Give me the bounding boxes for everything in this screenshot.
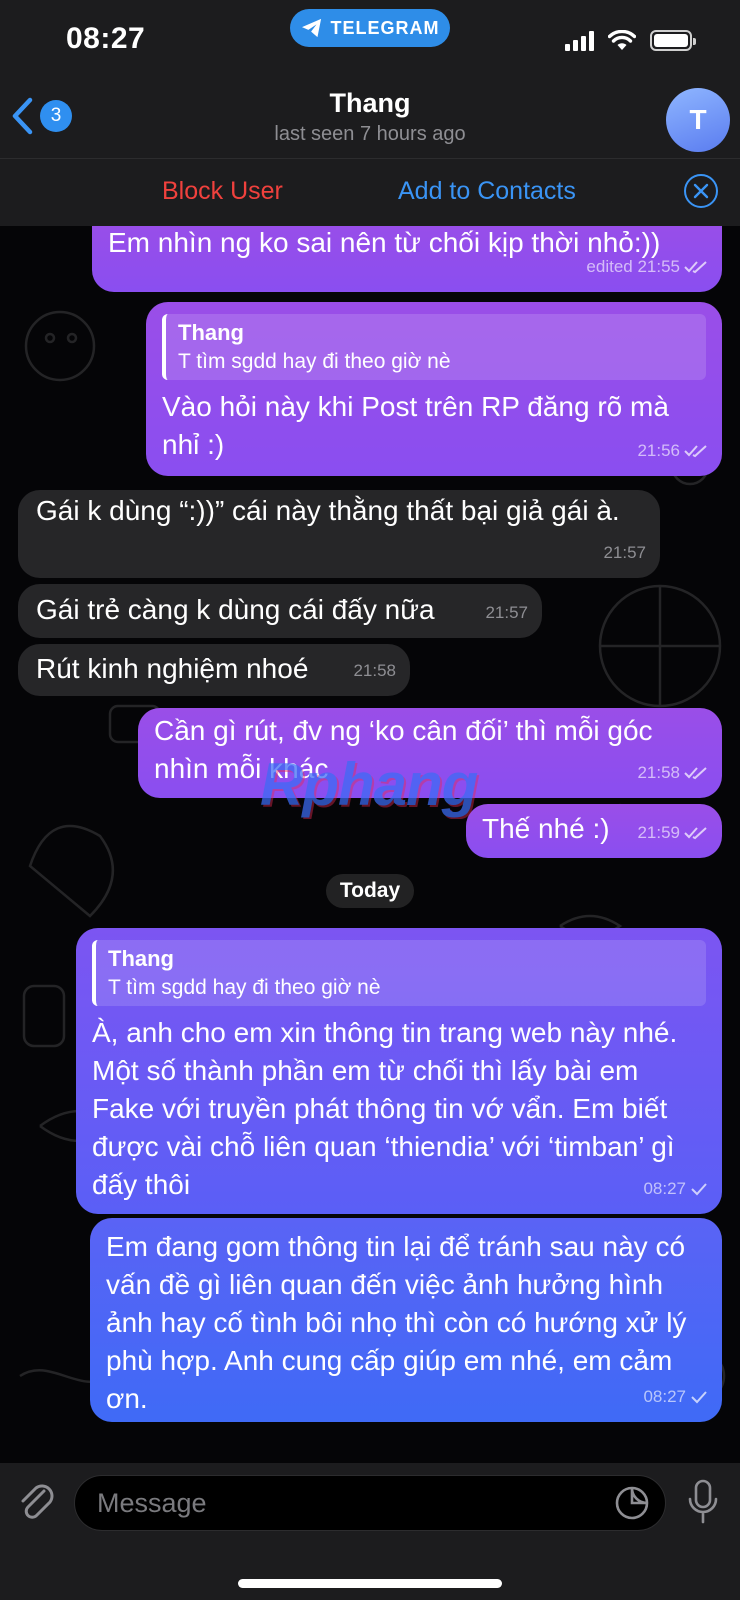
double-check-icon: [684, 827, 707, 840]
message-text: Gái k dùng “:))” cái này thằng thất bại …: [36, 495, 620, 526]
paperclip-icon: [21, 1484, 54, 1519]
message-time: 21:57: [603, 543, 646, 562]
message-meta: 21:59: [637, 814, 708, 852]
reply-snippet: T tìm sgdd hay đi theo giờ nè: [108, 976, 381, 999]
avatar[interactable]: T: [666, 88, 730, 152]
message-meta: 21:58: [353, 652, 396, 690]
message-composer: [0, 1463, 740, 1600]
reply-quote[interactable]: Thang T tìm sgdd hay đi theo giờ nè: [92, 940, 706, 1006]
sticker-button[interactable]: [614, 1485, 650, 1526]
message-time: 21:57: [485, 603, 528, 622]
status-icons: [565, 30, 696, 51]
voice-message-button[interactable]: [686, 1479, 720, 1530]
telegram-plane-icon: [301, 18, 321, 38]
outgoing-message[interactable]: Thế nhé :) 21:59: [466, 804, 722, 858]
incoming-message[interactable]: Gái trẻ càng k dùng cái đấy nữa 21:57: [18, 584, 542, 638]
double-check-icon: [684, 261, 707, 274]
watermark-logo: Rphang: [260, 751, 478, 818]
incoming-message[interactable]: Gái k dùng “:))” cái này thằng thất bại …: [18, 490, 660, 578]
back-button[interactable]: 3: [10, 96, 72, 136]
message-text: Vào hỏi này khi Post trên RP đăng rõ mà …: [162, 391, 669, 460]
header-title-block[interactable]: Thang last seen 7 hours ago: [170, 88, 570, 146]
message-time: 21:58: [637, 763, 680, 782]
single-check-icon: [691, 1183, 707, 1196]
signal-icon: [565, 30, 594, 51]
contact-action-bar: Block User Add to Contacts: [0, 158, 740, 226]
contact-name: Thang: [329, 88, 411, 118]
battery-icon: [650, 30, 696, 51]
message-text: Gái trẻ càng k dùng cái đấy nữa: [36, 594, 435, 625]
double-check-icon: [684, 767, 707, 780]
chat-header: 3 Thang last seen 7 hours ago T: [0, 82, 740, 158]
last-seen-status: last seen 7 hours ago: [274, 123, 466, 145]
message-time: 21:58: [353, 661, 396, 680]
reply-snippet: T tìm sgdd hay đi theo giờ nè: [178, 350, 451, 373]
message-meta: 08:27: [643, 1378, 708, 1416]
message-time: edited 21:55: [586, 257, 680, 276]
message-meta: 21:56: [637, 432, 708, 470]
message-time: 08:27: [643, 1387, 686, 1406]
outgoing-message[interactable]: Em đang gom thông tin lại để tránh sau n…: [90, 1218, 722, 1422]
block-user-button[interactable]: Block User: [162, 177, 283, 206]
double-check-icon: [684, 445, 707, 458]
telegram-pill[interactable]: TELEGRAM: [290, 9, 450, 47]
reply-author: Thang: [178, 320, 244, 345]
unread-badge: 3: [40, 100, 72, 132]
reply-author: Thang: [108, 946, 174, 971]
message-text: Thế nhé :): [482, 813, 610, 844]
incoming-message[interactable]: Rút kinh nghiệm nhoé 21:58: [18, 644, 410, 696]
message-meta: 21:57: [603, 534, 646, 572]
telegram-pill-label: TELEGRAM: [330, 17, 440, 38]
status-time: 08:27: [66, 22, 146, 55]
message-meta: edited 21:55: [586, 248, 708, 286]
back-chevron-icon: [12, 97, 33, 135]
attach-button[interactable]: [16, 1477, 56, 1530]
message-time: 08:27: [643, 1179, 686, 1198]
chat-area[interactable]: Em nhìn ng ko sai nên từ chối kịp thời n…: [0, 226, 740, 1463]
wifi-icon: [608, 30, 636, 50]
outgoing-message[interactable]: Em nhìn ng ko sai nên từ chối kịp thời n…: [92, 226, 722, 292]
sticker-icon: [615, 1486, 649, 1520]
single-check-icon: [691, 1391, 707, 1404]
close-circle-icon: [693, 183, 709, 199]
message-text: À, anh cho em xin thông tin trang web nà…: [92, 1017, 678, 1200]
message-input[interactable]: [74, 1475, 666, 1531]
close-action-bar-button[interactable]: [684, 174, 718, 208]
message-time: 21:59: [637, 823, 680, 842]
message-meta: 21:57: [485, 594, 528, 632]
message-time: 21:56: [637, 441, 680, 460]
microphone-icon: [688, 1479, 718, 1524]
status-bar: 08:27 TELEGRAM: [0, 0, 740, 82]
message-text: Em nhìn ng ko sai nên từ chối kịp thời n…: [108, 227, 661, 258]
outgoing-message[interactable]: Thang T tìm sgdd hay đi theo giờ nè Vào …: [146, 302, 722, 476]
message-text: Em đang gom thông tin lại để tránh sau n…: [106, 1231, 687, 1414]
date-separator: Today: [326, 874, 414, 908]
add-to-contacts-button[interactable]: Add to Contacts: [398, 177, 576, 206]
message-meta: 08:27: [643, 1170, 708, 1208]
outgoing-message[interactable]: Thang T tìm sgdd hay đi theo giờ nè À, a…: [76, 928, 722, 1214]
message-text: Rút kinh nghiệm nhoé: [36, 653, 309, 684]
reply-quote[interactable]: Thang T tìm sgdd hay đi theo giờ nè: [162, 314, 706, 380]
message-meta: 21:58: [637, 754, 708, 792]
home-indicator: [238, 1579, 502, 1588]
